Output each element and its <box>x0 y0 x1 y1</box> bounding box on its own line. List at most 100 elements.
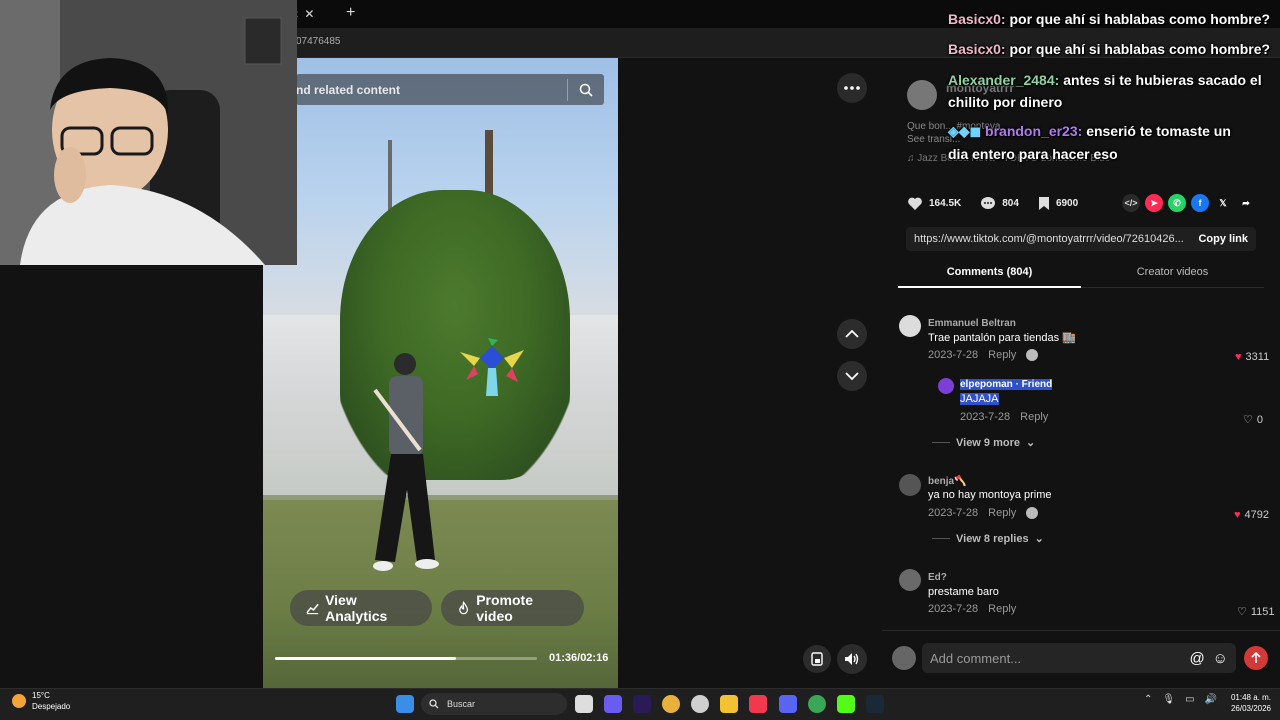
comment-username[interactable]: benja🪓 <box>928 476 967 487</box>
chat-message: ◈◆◼ brandon_er23: enserió te tomaste un <box>948 123 1231 140</box>
speaker-icon <box>845 653 859 665</box>
music-app-icon[interactable] <box>749 695 767 713</box>
comment-bubble-icon <box>981 196 996 209</box>
steam-icon[interactable] <box>866 695 884 713</box>
view-more-replies[interactable]: View 9 more ⌄ <box>932 436 1035 449</box>
task-view-icon[interactable] <box>575 695 593 713</box>
next-video-button[interactable] <box>837 361 867 391</box>
comment-avatar[interactable] <box>899 315 921 337</box>
comment-like[interactable]: ♥ 3311 <box>1235 351 1269 363</box>
reply-like[interactable]: ♡ 0 <box>1243 413 1263 427</box>
tab-close-icon[interactable]: ✕ <box>304 7 314 21</box>
comment-avatar[interactable] <box>899 569 921 591</box>
more-options-button[interactable] <box>837 73 867 103</box>
x-icon[interactable]: 𝕏 <box>1214 194 1232 212</box>
reply-button[interactable]: Reply <box>988 349 1016 361</box>
comment-stat[interactable]: 804 <box>980 196 1019 211</box>
reply-username[interactable]: elpepoman · Friend <box>960 379 1053 390</box>
view-more-replies[interactable]: View 8 replies ⌄ <box>932 532 1044 545</box>
video-scene-person <box>373 353 439 571</box>
reply-avatar[interactable] <box>938 378 954 394</box>
display-icon[interactable]: ▭ <box>1185 694 1194 705</box>
comment-like[interactable]: ♡ 1151 <box>1237 605 1275 619</box>
comment-avatar[interactable] <box>899 474 921 496</box>
video-link-box: https://www.tiktok.com/@montoyatrrr/vide… <box>906 227 1256 251</box>
chrome-profile-icon[interactable] <box>808 695 826 713</box>
previous-video-button[interactable] <box>837 319 867 349</box>
save-count: 6900 <box>1055 197 1079 209</box>
settings-icon[interactable] <box>691 695 709 713</box>
browser-tab[interactable]: a: ✕ <box>290 0 340 28</box>
premiere-icon[interactable] <box>633 695 651 713</box>
comment-username[interactable]: Emmanuel Beltran <box>928 318 1016 329</box>
comment-like-count: 3311 <box>1245 351 1270 363</box>
heart-icon <box>908 197 922 210</box>
video-timecode: 01:36/02:16 <box>549 652 609 664</box>
video-link-url[interactable]: https://www.tiktok.com/@montoyatrrr/vide… <box>914 233 1184 245</box>
creator-avatar-icon <box>1026 349 1039 361</box>
send-icon[interactable]: ➤ <box>1145 194 1163 212</box>
copy-link-button[interactable]: Copy link <box>1198 233 1248 245</box>
microphone-icon[interactable]: 🎙 <box>1162 694 1175 705</box>
whatsapp-icon[interactable]: ✆ <box>1168 194 1186 212</box>
like-count: 164.5K <box>929 197 962 209</box>
chat-text: por que ahí si hablabas como hombre? <box>1009 11 1271 27</box>
facebook-icon[interactable]: f <box>1191 194 1209 212</box>
video-progress-bar[interactable] <box>275 657 537 660</box>
windows-start-icon[interactable] <box>396 695 414 713</box>
weather-widget[interactable]: 15°C Despejado <box>12 690 70 712</box>
ellipsis-icon <box>844 86 860 90</box>
share-arrow-icon[interactable]: ➦ <box>1237 194 1255 212</box>
chat-user: brandon_er23: <box>985 123 1083 139</box>
volume-icon[interactable]: 🔊 <box>1205 694 1217 705</box>
chevron-up-icon[interactable]: ⌃ <box>1144 694 1152 705</box>
view-analytics-label: View Analytics <box>325 592 388 624</box>
tab-comments[interactable]: Comments (804) <box>898 266 1081 278</box>
heart-outline-icon: ♡ <box>1237 606 1247 618</box>
copilot-icon[interactable] <box>604 695 622 713</box>
author-avatar[interactable] <box>907 80 937 110</box>
comment-like[interactable]: ♥ 4792 <box>1234 509 1269 521</box>
mention-icon[interactable]: @ <box>1189 650 1204 667</box>
chrome-icon[interactable] <box>662 695 680 713</box>
save-stat[interactable]: 6900 <box>1038 196 1078 211</box>
reply-reply-button[interactable]: Reply <box>1020 411 1048 423</box>
reply-button[interactable]: Reply <box>988 603 1016 615</box>
chat-message: Alexander_2484: antes si te hubieras sac… <box>948 72 1262 88</box>
comment-meta: 2023-7-28 Reply <box>928 603 1016 615</box>
file-explorer-icon[interactable] <box>720 695 738 713</box>
left-backdrop <box>0 265 263 688</box>
chat-message-continued: dia entero para hacer eso <box>948 146 1118 162</box>
search-input[interactable]: nd related content <box>296 83 567 97</box>
taskbar-search-label: Buscar <box>447 699 476 709</box>
chat-text: por que ahí si hablabas como hombre? <box>1009 41 1271 57</box>
comment-username[interactable]: Ed? <box>928 572 947 583</box>
promote-video-button[interactable]: Promote video <box>441 590 584 626</box>
comment-input[interactable]: Add comment... @ ☺ <box>922 643 1236 673</box>
tab-creator-videos[interactable]: Creator videos <box>1081 266 1264 278</box>
address-url[interactable]: 07476485 <box>296 36 341 47</box>
comment-date: 2023-7-28 <box>928 349 979 361</box>
reply-button[interactable]: Reply <box>988 507 1016 519</box>
like-stat[interactable]: 164.5K <box>907 196 961 211</box>
reply-date: 2023-7-28 <box>960 411 1011 423</box>
kick-icon[interactable] <box>837 695 855 713</box>
post-comment-button[interactable] <box>1244 646 1268 670</box>
video-search-box[interactable]: nd related content <box>296 74 604 105</box>
comment-meta: 2023-7-28 Reply <box>928 507 1039 519</box>
embed-icon[interactable]: </> <box>1122 194 1140 212</box>
search-icon[interactable] <box>568 74 604 105</box>
taskbar-search[interactable]: Buscar <box>421 693 567 715</box>
music-note-icon: ♫ <box>907 153 918 164</box>
discord-icon[interactable] <box>779 695 797 713</box>
picture-in-picture-button[interactable] <box>803 645 831 673</box>
comment-text: ya no hay montoya prime <box>928 489 1052 501</box>
chat-user: Alexander_2484: <box>948 72 1060 88</box>
taskbar-clock[interactable]: 01:48 a. m. 26/03/2026 <box>1227 692 1271 714</box>
view-analytics-button[interactable]: View Analytics <box>290 590 432 626</box>
emoji-icon[interactable]: ☺ <box>1213 650 1228 667</box>
moon-icon <box>12 694 26 708</box>
new-tab-button[interactable]: + <box>346 4 355 22</box>
comment-like-count: 4792 <box>1244 509 1270 521</box>
volume-button[interactable] <box>837 644 867 674</box>
